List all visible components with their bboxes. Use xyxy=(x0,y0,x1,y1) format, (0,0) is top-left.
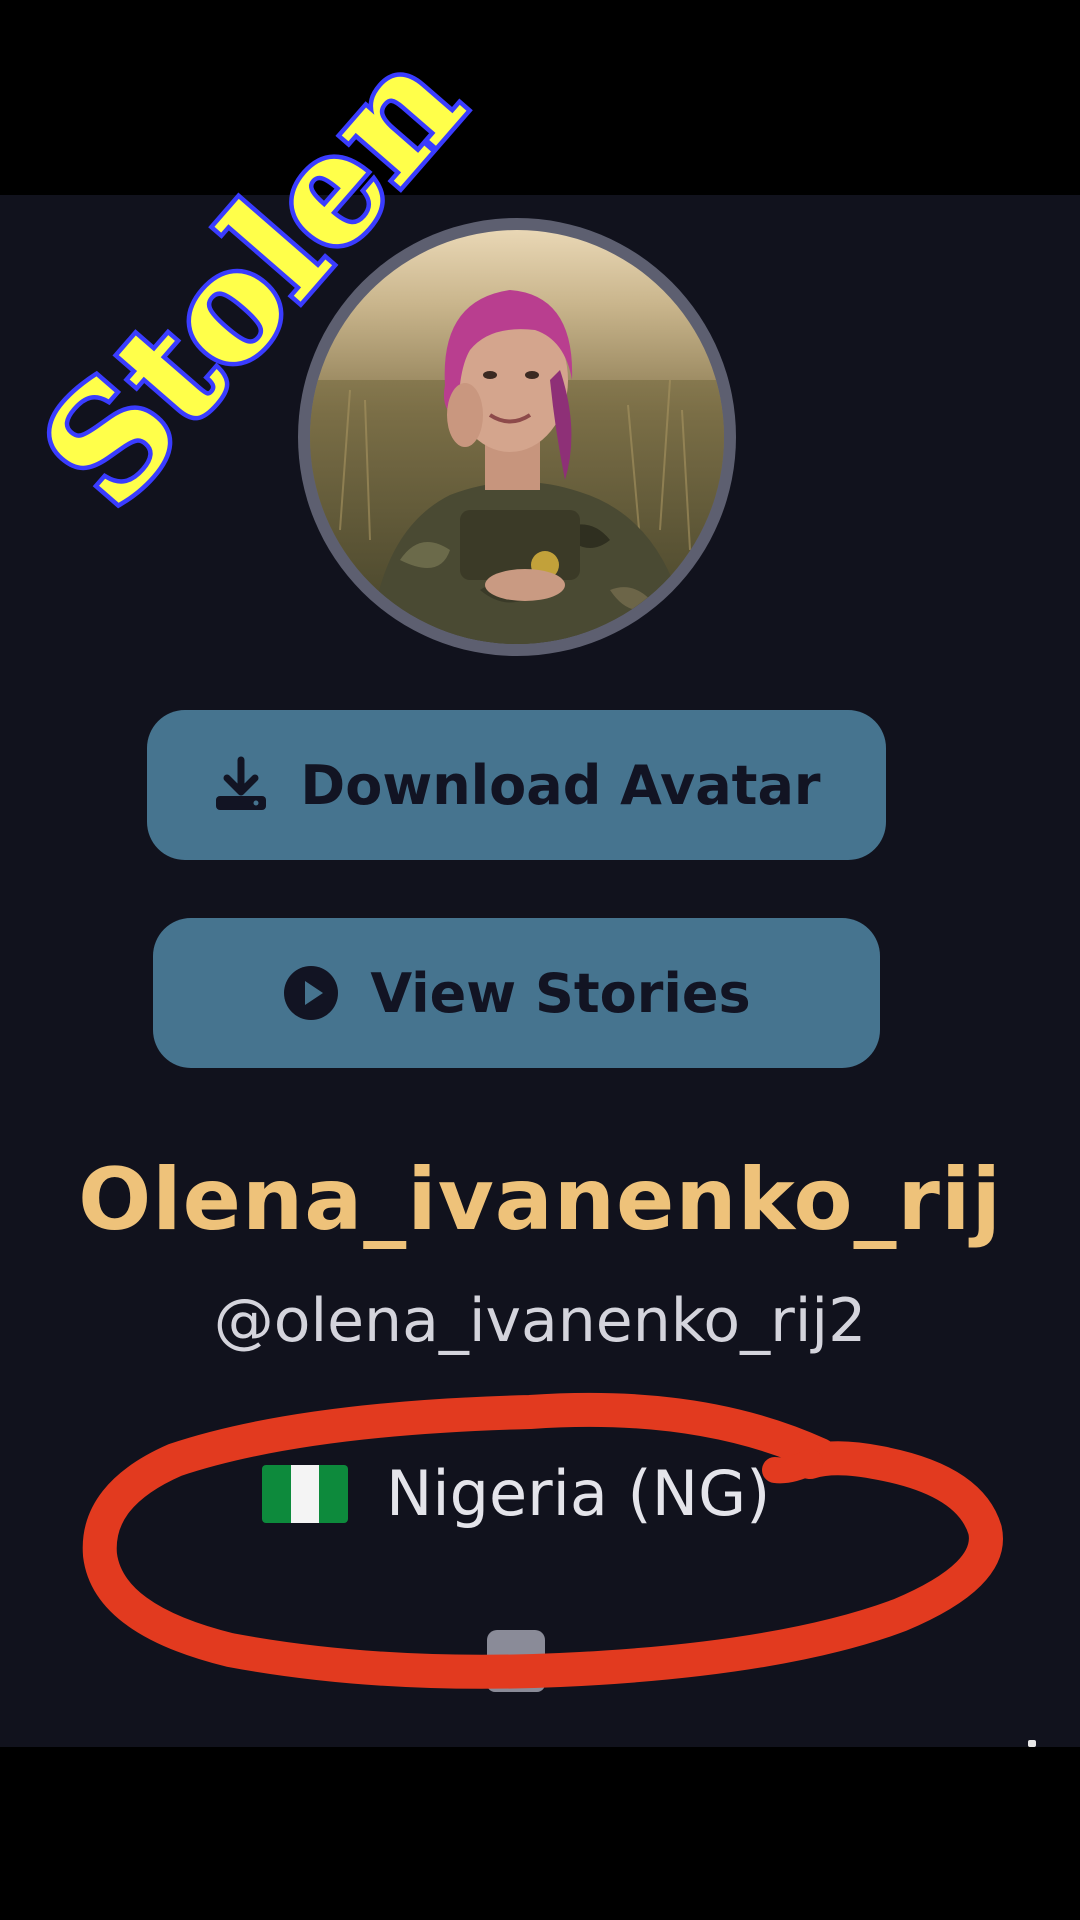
username-handle: @olena_ivanenko_rij2 xyxy=(213,1286,867,1356)
display-name: Olena_ivanenko_rij xyxy=(78,1150,1002,1250)
scroll-handle[interactable] xyxy=(487,1630,545,1692)
nigeria-flag-icon xyxy=(262,1465,348,1523)
corner-mark xyxy=(1028,1740,1036,1747)
top-black-bar xyxy=(0,0,1080,195)
play-circle-icon xyxy=(282,964,340,1022)
download-avatar-button[interactable]: Download Avatar xyxy=(147,710,886,860)
country-row: Nigeria (NG) xyxy=(262,1454,770,1534)
view-stories-label: View Stories xyxy=(370,961,751,1025)
avatar[interactable] xyxy=(298,218,736,656)
avatar-photo xyxy=(310,230,724,644)
country-label: Nigeria (NG) xyxy=(386,1457,771,1530)
view-stories-button[interactable]: View Stories xyxy=(153,918,880,1068)
bottom-black-bar xyxy=(0,1747,1080,1920)
download-icon xyxy=(212,756,270,814)
download-avatar-label: Download Avatar xyxy=(300,753,821,817)
